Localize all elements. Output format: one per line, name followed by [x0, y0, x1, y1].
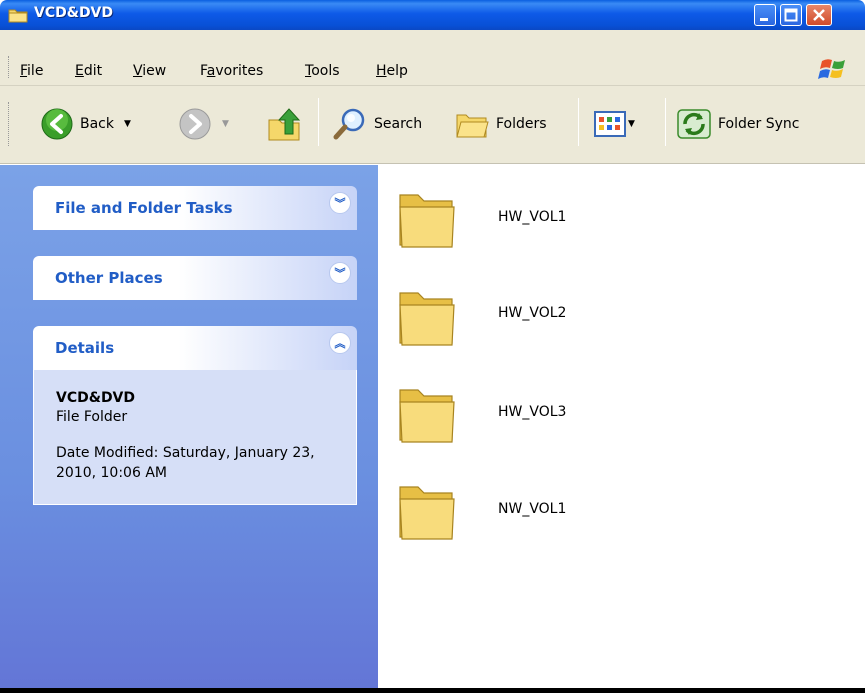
window-title: VCD&DVD	[34, 5, 114, 21]
minimize-icon	[760, 18, 768, 21]
maximize-button[interactable]	[780, 4, 802, 26]
panel-title: Other Places	[55, 269, 163, 287]
folder-label: HW_VOL3	[498, 404, 567, 420]
minimize-button[interactable]	[754, 4, 776, 26]
views-icon	[594, 111, 626, 137]
forward-arrow-icon	[179, 108, 211, 140]
toolbar-separator	[578, 98, 579, 146]
folder-item[interactable]: HW_VOL3	[396, 380, 596, 450]
details-name: VCD&DVD	[56, 390, 136, 406]
folder-label: HW_VOL1	[498, 209, 567, 225]
folders-icon	[456, 114, 489, 138]
menu-tools[interactable]: Tools	[305, 63, 340, 79]
up-folder-button[interactable]	[265, 106, 303, 142]
folder-icon	[399, 486, 455, 540]
toolbar: Back ▼ ▼ Search Folders ▼ Folder Sync	[0, 86, 865, 164]
details-body: VCD&DVD File Folder Date Modified: Satur…	[33, 370, 357, 505]
folders-button[interactable]: Folders	[454, 106, 547, 142]
views-dropdown-icon[interactable]: ▼	[628, 119, 635, 129]
windows-logo-icon	[818, 59, 845, 79]
folder-icon	[399, 194, 455, 248]
menu-edit[interactable]: Edit	[75, 63, 102, 79]
chevron-down-icon[interactable]: ︾	[329, 262, 351, 284]
folders-label: Folders	[496, 116, 547, 132]
back-arrow-icon	[41, 108, 73, 140]
folder-icon	[8, 9, 28, 23]
folder-label: NW_VOL1	[498, 501, 567, 517]
toolbar-separator	[318, 98, 319, 146]
toolbar-grip[interactable]	[8, 102, 11, 146]
menu-grip[interactable]	[8, 56, 11, 78]
folder-icon	[399, 389, 455, 443]
panel-title: File and Folder Tasks	[55, 199, 233, 217]
panel-details[interactable]: Details ︽	[33, 326, 357, 370]
details-date-modified: Date Modified: Saturday, January 23, 201…	[56, 445, 315, 481]
chevron-down-icon[interactable]: ︾	[329, 192, 351, 214]
panel-title: Details	[55, 339, 115, 357]
back-label: Back	[80, 116, 114, 132]
close-button[interactable]	[806, 4, 832, 26]
forward-dropdown-icon[interactable]: ▼	[222, 119, 229, 129]
menu-row	[0, 30, 865, 86]
folder-item[interactable]: NW_VOL1	[396, 477, 596, 547]
menu-help[interactable]: Help	[376, 63, 408, 79]
close-icon	[813, 9, 825, 21]
folder-sync-icon	[677, 109, 711, 139]
maximize-icon	[784, 8, 798, 22]
back-button[interactable]: Back ▼	[40, 106, 131, 142]
search-label: Search	[374, 116, 423, 132]
views-button[interactable]: ▼	[594, 106, 635, 142]
folder-sync-button[interactable]: Folder Sync	[676, 106, 799, 142]
toolbar-separator	[665, 98, 666, 146]
menu-view[interactable]: View	[133, 63, 166, 79]
folder-sync-label: Folder Sync	[718, 116, 800, 132]
chevron-up-icon[interactable]: ︽	[329, 332, 351, 354]
folder-item[interactable]: HW_VOL1	[396, 185, 596, 255]
title-bar[interactable]: VCD&DVD	[0, 0, 865, 30]
menu-favorites[interactable]: Favorites	[200, 63, 263, 79]
folder-label: HW_VOL2	[498, 305, 567, 321]
forward-button[interactable]: ▼	[178, 106, 229, 142]
search-icon	[333, 108, 365, 140]
menu-bar: File Edit View Favorites Tools Help	[0, 30, 865, 86]
details-type: File Folder	[56, 409, 128, 425]
folder-icon	[399, 292, 455, 346]
search-button[interactable]: Search	[332, 106, 422, 142]
menu-file[interactable]: File	[20, 63, 43, 79]
file-list: HW_VOL1 HW_VOL2 HW_VOL3 NW_VOL1	[378, 165, 865, 693]
folder-item[interactable]: HW_VOL2	[396, 283, 596, 353]
window-bottom-border	[0, 688, 865, 693]
back-dropdown-icon[interactable]: ▼	[124, 119, 131, 129]
panel-file-folder-tasks[interactable]: File and Folder Tasks ︾	[33, 186, 357, 230]
panel-other-places[interactable]: Other Places ︾	[33, 256, 357, 300]
up-folder-icon	[268, 108, 301, 141]
